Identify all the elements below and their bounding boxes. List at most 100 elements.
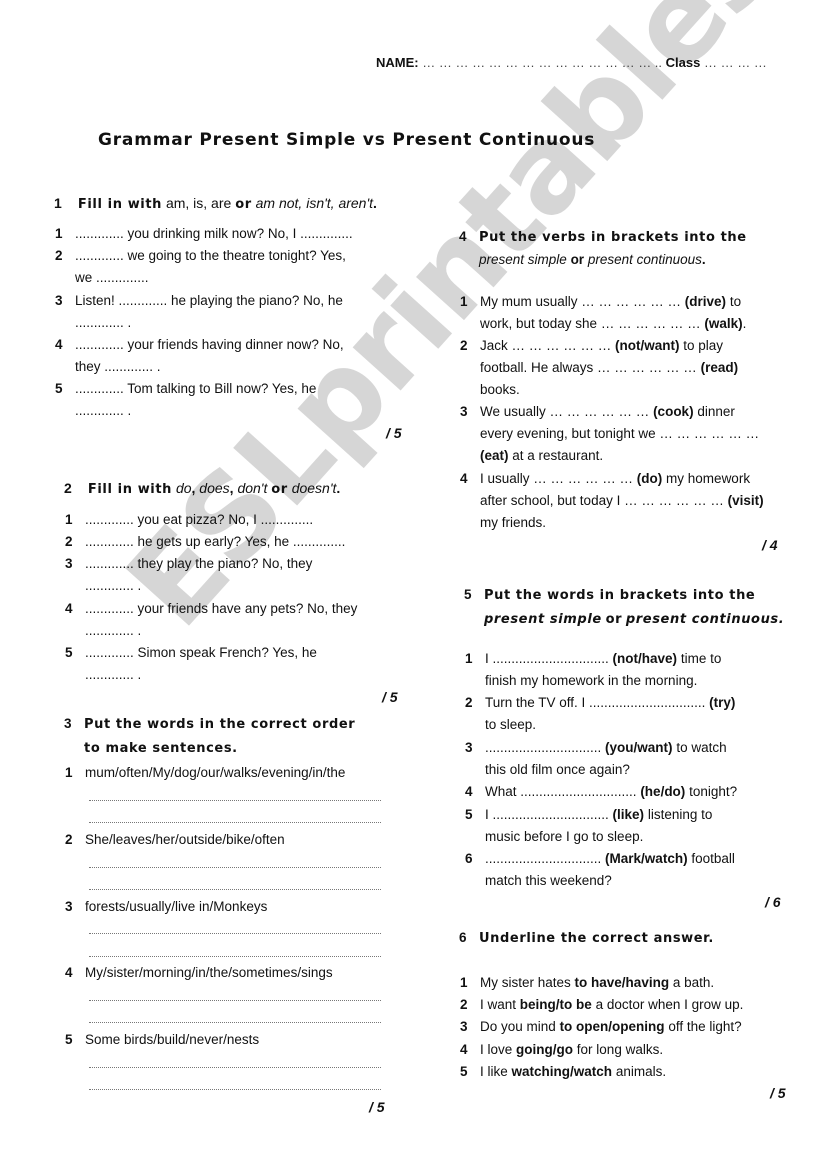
ex6-item-4[interactable]: 4 I love going/go for long walks. — [460, 1039, 663, 1061]
item-text: to watch — [676, 740, 727, 755]
item-prompt: My/sister/morning/in/the/sometimes/sings — [85, 965, 333, 980]
exercise-2-instruction: 2 Fill in with do, does, don't or doesn'… — [64, 480, 340, 497]
ex4-item-2[interactable]: 2 Jack … … … … … … (not/want) to play foo… — [460, 335, 738, 401]
answer-choices[interactable]: being/to be — [520, 997, 592, 1012]
ex5-item-5[interactable]: 5 I ............................... (like… — [465, 804, 712, 848]
ex5-item-4[interactable]: 4 What ............................... (h… — [465, 781, 737, 803]
item-text: ............. you eat pizza? No, I .....… — [85, 512, 314, 527]
instr-word: does — [199, 480, 230, 496]
exercise-1-instruction: 1 Fill in with am, is, are or am not, is… — [54, 195, 377, 212]
ex3-score: / 5 — [369, 1099, 385, 1115]
item-text: I love — [480, 1042, 513, 1057]
answer-choices[interactable]: going/go — [516, 1042, 573, 1057]
exercise-number: 2 — [64, 480, 72, 496]
item-text: for long walks. — [576, 1042, 664, 1057]
ex4-item-1[interactable]: 1 My mum usually … … … … … … (drive) to w… — [460, 291, 746, 335]
ex3-answer-line[interactable] — [89, 1022, 381, 1023]
ex4-item-3[interactable]: 3 We usually … … … … … … (cook) dinner ev… — [460, 401, 759, 467]
item-text: football — [691, 851, 735, 866]
ex3-answer-line[interactable] — [89, 933, 381, 934]
item-number: 1 — [465, 651, 473, 666]
item-number: 5 — [65, 645, 73, 660]
item-number: 5 — [55, 381, 63, 396]
ex3-answer-line[interactable] — [89, 822, 381, 823]
item-number: 1 — [55, 226, 63, 241]
answer-choices[interactable]: to have/having — [575, 975, 670, 990]
ex3-answer-line[interactable] — [89, 1067, 381, 1068]
instr-line-1: Put the words in brackets into the — [484, 588, 756, 603]
name-label: NAME: — [376, 55, 419, 70]
verb-hint: (visit) — [727, 493, 764, 508]
ex3-answer-line[interactable] — [89, 956, 381, 957]
ex5-item-6[interactable]: 6............................... (Mark/w… — [465, 848, 735, 892]
item-text: I want — [480, 997, 517, 1012]
ex6-item-5[interactable]: 5 I like watching/watch animals. — [460, 1061, 666, 1083]
ex1-item-2[interactable]: 2 ............. we going to the theatre t… — [55, 245, 346, 289]
answer-choices[interactable]: watching/watch — [512, 1064, 613, 1079]
item-text: ............. your friends having dinner… — [75, 337, 344, 352]
item-number: 6 — [465, 851, 473, 866]
verb-hint: (eat) — [480, 448, 509, 463]
ex3-answer-line[interactable] — [89, 867, 381, 868]
ex5-item-1[interactable]: 1 I ............................... (not/… — [465, 648, 721, 692]
item-text: I usually … … … … … … — [480, 471, 634, 486]
exercise-number: 3 — [64, 716, 72, 731]
item-text: ............. your friends have any pets… — [85, 601, 358, 616]
item-number: 2 — [460, 997, 468, 1012]
item-number: 1 — [460, 294, 468, 309]
item-number: 1 — [65, 512, 73, 527]
ex1-item-1[interactable]: 1 ............. you drinking milk now? No… — [55, 223, 353, 245]
ex2-item-2[interactable]: 2 ............. he gets up early? Yes, he… — [65, 531, 345, 553]
ex5-item-3[interactable]: 3............................... (you/wa… — [465, 737, 727, 781]
instr-line-1: Put the verbs in brackets into the — [479, 230, 747, 245]
item-text: animals. — [615, 1064, 667, 1079]
ex5-item-2[interactable]: 2 Turn the TV off. I ....................… — [465, 692, 735, 736]
item-prompt: mum/often/My/dog/our/walks/evening/in/th… — [85, 765, 346, 780]
verb-hint: (cook) — [653, 404, 694, 419]
item-text-cont: ............. . — [85, 667, 142, 682]
item-text: ............. he gets up early? Yes, he … — [85, 534, 346, 549]
ex3-answer-line[interactable] — [89, 889, 381, 890]
verb-hint: (walk) — [704, 316, 743, 331]
ex3-answer-line[interactable] — [89, 1089, 381, 1090]
ex6-item-2[interactable]: 2 I want being/to be a doctor when I grow… — [460, 994, 743, 1016]
ex2-item-4[interactable]: 4 ............. your friends have any pet… — [65, 598, 357, 642]
ex2-score: / 5 — [382, 689, 398, 705]
instr-plain: am, is, are — [165, 195, 232, 211]
ex6-item-1[interactable]: 1 My sister hates to have/having a bath. — [460, 972, 714, 994]
ex1-item-5[interactable]: 5 ............. Tom talking to Bill now? … — [55, 378, 316, 422]
ex1-item-3[interactable]: 3 Listen! ............. he playing the pi… — [55, 290, 343, 334]
item-text: My mum usually … … … … … … — [480, 294, 682, 309]
ex2-item-5[interactable]: 5 ............. Simon speak French? Yes, … — [65, 642, 317, 686]
ex6-score: / 5 — [770, 1085, 786, 1101]
answer-choices[interactable]: to open/opening — [560, 1019, 665, 1034]
item-text: ............. we going to the theatre to… — [75, 248, 346, 263]
ex4-item-4[interactable]: 4I usually … … … … … … (do) my homework … — [460, 468, 764, 534]
instr-line-2: to make sentences. — [84, 741, 238, 756]
comma: , — [191, 480, 196, 496]
instr-text: Underline the correct answer. — [479, 931, 714, 946]
instr-end: . — [373, 195, 377, 211]
class-field[interactable]: … … … … — [704, 55, 767, 70]
ex2-item-1[interactable]: 1 ............. you eat pizza? No, I ....… — [65, 509, 313, 531]
instr-italic: present simple — [484, 612, 602, 627]
item-number: 1 — [65, 765, 73, 780]
name-field[interactable]: … … … … … … … … … … … … … … .. — [422, 55, 662, 70]
instr-or: or — [605, 612, 623, 627]
ex2-item-3[interactable]: 3 ............. they play the piano? No, … — [65, 553, 312, 597]
item-prompt: Some birds/build/never/nests — [85, 1032, 260, 1047]
exercise-5-instruction: 5 Put the words in brackets into the pres… — [464, 583, 784, 631]
ex3-answer-line[interactable] — [89, 800, 381, 801]
item-text-cont: match this weekend? — [485, 873, 612, 888]
ex3-answer-line[interactable] — [89, 1000, 381, 1001]
name-class-header: NAME: … … … … … … … … … … … … … … .. Cla… — [376, 55, 767, 70]
ex1-item-4[interactable]: 4 ............. your friends having dinne… — [55, 334, 344, 378]
item-number: 5 — [465, 807, 473, 822]
exercise-number: 6 — [459, 930, 467, 945]
item-text: ............. they play the piano? No, t… — [85, 556, 313, 571]
ex6-item-3[interactable]: 3 Do you mind to open/opening off the lig… — [460, 1016, 742, 1038]
item-text-cont: music before I go to sleep. — [485, 829, 644, 844]
item-text: I ............................... — [485, 807, 609, 822]
item-number: 4 — [465, 784, 473, 799]
item-text-cont: this old film once again? — [485, 762, 630, 777]
